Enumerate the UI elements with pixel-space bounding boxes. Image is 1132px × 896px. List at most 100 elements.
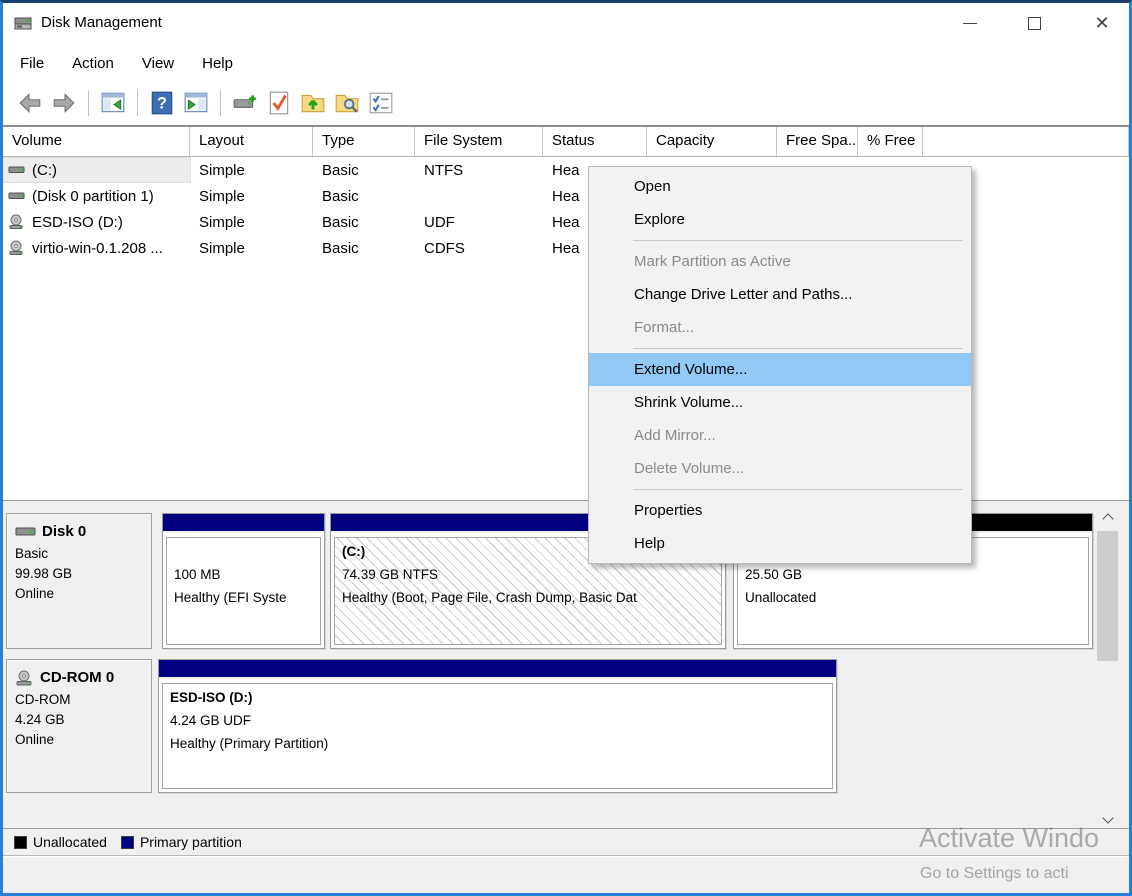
layout-cell: Simple <box>190 214 313 231</box>
disk-size: 4.24 GB <box>15 710 145 730</box>
column-header-capacity[interactable]: Capacity <box>647 127 777 156</box>
menu-item-explore[interactable]: Explore <box>589 203 971 236</box>
column-header-status[interactable]: Status <box>543 127 647 156</box>
column-header-layout[interactable]: Layout <box>190 127 313 156</box>
menu-help[interactable]: Help <box>202 55 233 72</box>
partition-size: 25.50 GB <box>745 563 1088 586</box>
cdrom0-label[interactable]: CD-ROM 0 CD-ROM 4.24 GB Online <box>6 659 152 793</box>
disk-status: Online <box>15 584 145 604</box>
menu-item-format: Format... <box>589 311 971 344</box>
menu-separator <box>633 348 963 349</box>
show-console-tree-icon[interactable] <box>99 89 127 117</box>
legend-unallocated: Unallocated <box>14 834 107 850</box>
menu-file[interactable]: File <box>20 55 44 72</box>
layout-cell: Simple <box>190 162 313 179</box>
partition-status: Healthy (EFI Syste <box>174 586 320 609</box>
menu-item-mark-partition-active: Mark Partition as Active <box>589 245 971 278</box>
legend-swatch-unallocated <box>14 836 27 849</box>
partition-band <box>159 660 836 679</box>
folder-up-arrow-icon[interactable] <box>299 89 327 117</box>
volume-name: (C:) <box>32 162 57 179</box>
column-header-empty <box>923 127 1129 156</box>
title-bar[interactable]: Disk Management ✕ <box>3 3 1129 45</box>
vertical-scrollbar[interactable] <box>1096 505 1119 831</box>
volume-cell: (Disk 0 partition 1) <box>3 184 190 208</box>
layout-cell: Simple <box>190 188 313 205</box>
chevron-up-icon <box>1102 513 1113 524</box>
cd-drive-icon <box>15 670 35 686</box>
partition-band <box>163 514 324 533</box>
close-button[interactable]: ✕ <box>1079 3 1125 43</box>
context-menu: Open Explore Mark Partition as Active Ch… <box>588 166 972 564</box>
window-title: Disk Management <box>41 14 162 31</box>
help-icon[interactable]: ? <box>148 89 176 117</box>
toolbar-separator <box>88 90 89 116</box>
activate-windows-watermark-sub: Go to Settings to acti <box>920 865 1069 883</box>
column-header-type[interactable]: Type <box>313 127 415 156</box>
maximize-button[interactable] <box>1011 3 1057 43</box>
toolbar: ? <box>3 81 1129 125</box>
legend-label: Unallocated <box>33 834 107 850</box>
menu-view[interactable]: View <box>142 55 174 72</box>
menu-item-properties[interactable]: Properties <box>589 494 971 527</box>
file-system-cell: NTFS <box>415 162 543 179</box>
disk-name: Disk 0 <box>42 523 86 540</box>
folder-magnifier-icon[interactable] <box>333 89 361 117</box>
menu-item-open[interactable]: Open <box>589 170 971 203</box>
forward-icon[interactable] <box>50 89 78 117</box>
back-icon[interactable] <box>16 89 44 117</box>
menu-item-help[interactable]: Help <box>589 527 971 560</box>
menu-item-delete-volume: Delete Volume... <box>589 452 971 485</box>
scroll-up-button[interactable] <box>1096 505 1119 528</box>
menu-item-shrink-volume[interactable]: Shrink Volume... <box>589 386 971 419</box>
partition-esd-iso[interactable]: ESD-ISO (D:) 4.24 GB UDF Healthy (Primar… <box>158 659 837 793</box>
disk-status: Online <box>15 730 145 750</box>
type-cell: Basic <box>313 240 415 257</box>
app-disk-icon <box>14 14 34 34</box>
type-cell: Basic <box>313 162 415 179</box>
document-check-icon[interactable] <box>265 89 293 117</box>
legend-label: Primary partition <box>140 834 242 850</box>
minimize-button[interactable] <box>947 3 993 43</box>
scrollbar-thumb[interactable] <box>1097 531 1118 661</box>
disk-management-window: Disk Management ✕ File Action View Help … <box>0 0 1132 896</box>
column-header-file-system[interactable]: File System <box>415 127 543 156</box>
cd-volume-icon <box>8 214 26 230</box>
show-action-pane-icon[interactable] <box>182 89 210 117</box>
volume-name: virtio-win-0.1.208 ... <box>32 240 163 257</box>
partition-status: Healthy (Boot, Page File, Crash Dump, Ba… <box>342 586 721 609</box>
type-cell: Basic <box>313 188 415 205</box>
column-header-volume[interactable]: Volume <box>3 127 190 156</box>
minimize-icon <box>963 23 977 24</box>
menu-action[interactable]: Action <box>72 55 114 72</box>
file-system-cell: CDFS <box>415 240 543 257</box>
partition-title <box>174 540 320 563</box>
menu-item-change-drive-letter[interactable]: Change Drive Letter and Paths... <box>589 278 971 311</box>
toolbar-separator <box>220 90 221 116</box>
disk-kind: Basic <box>15 544 145 564</box>
menu-item-add-mirror: Add Mirror... <box>589 419 971 452</box>
type-cell: Basic <box>313 214 415 231</box>
volume-name: ESD-ISO (D:) <box>32 214 123 231</box>
menu-separator <box>633 240 963 241</box>
menu-bar: File Action View Help <box>3 45 1129 81</box>
chevron-down-icon <box>1102 812 1113 823</box>
partition-size: 100 MB <box>174 563 320 586</box>
disk0-label[interactable]: Disk 0 Basic 99.98 GB Online <box>6 513 152 649</box>
legend-primary-partition: Primary partition <box>121 834 242 850</box>
partition-size: 74.39 GB NTFS <box>342 563 721 586</box>
activate-windows-watermark: Activate Windo <box>919 823 1099 854</box>
svg-text:?: ? <box>157 94 167 112</box>
disk-kind: CD-ROM <box>15 690 145 710</box>
menu-item-extend-volume[interactable]: Extend Volume... <box>589 353 971 386</box>
column-header-pct-free[interactable]: % Free <box>858 127 923 156</box>
layout-cell: Simple <box>190 240 313 257</box>
partition-efi[interactable]: 100 MB Healthy (EFI Syste <box>162 513 325 649</box>
column-header-free-space[interactable]: Free Spa... <box>777 127 858 156</box>
volume-cell: virtio-win-0.1.208 ... <box>3 236 190 260</box>
checklist-icon[interactable] <box>367 89 395 117</box>
rescan-disks-icon[interactable] <box>231 89 259 117</box>
volume-name: (Disk 0 partition 1) <box>32 188 154 205</box>
cd-volume-icon <box>8 240 26 256</box>
disk-name: CD-ROM 0 <box>40 669 114 686</box>
